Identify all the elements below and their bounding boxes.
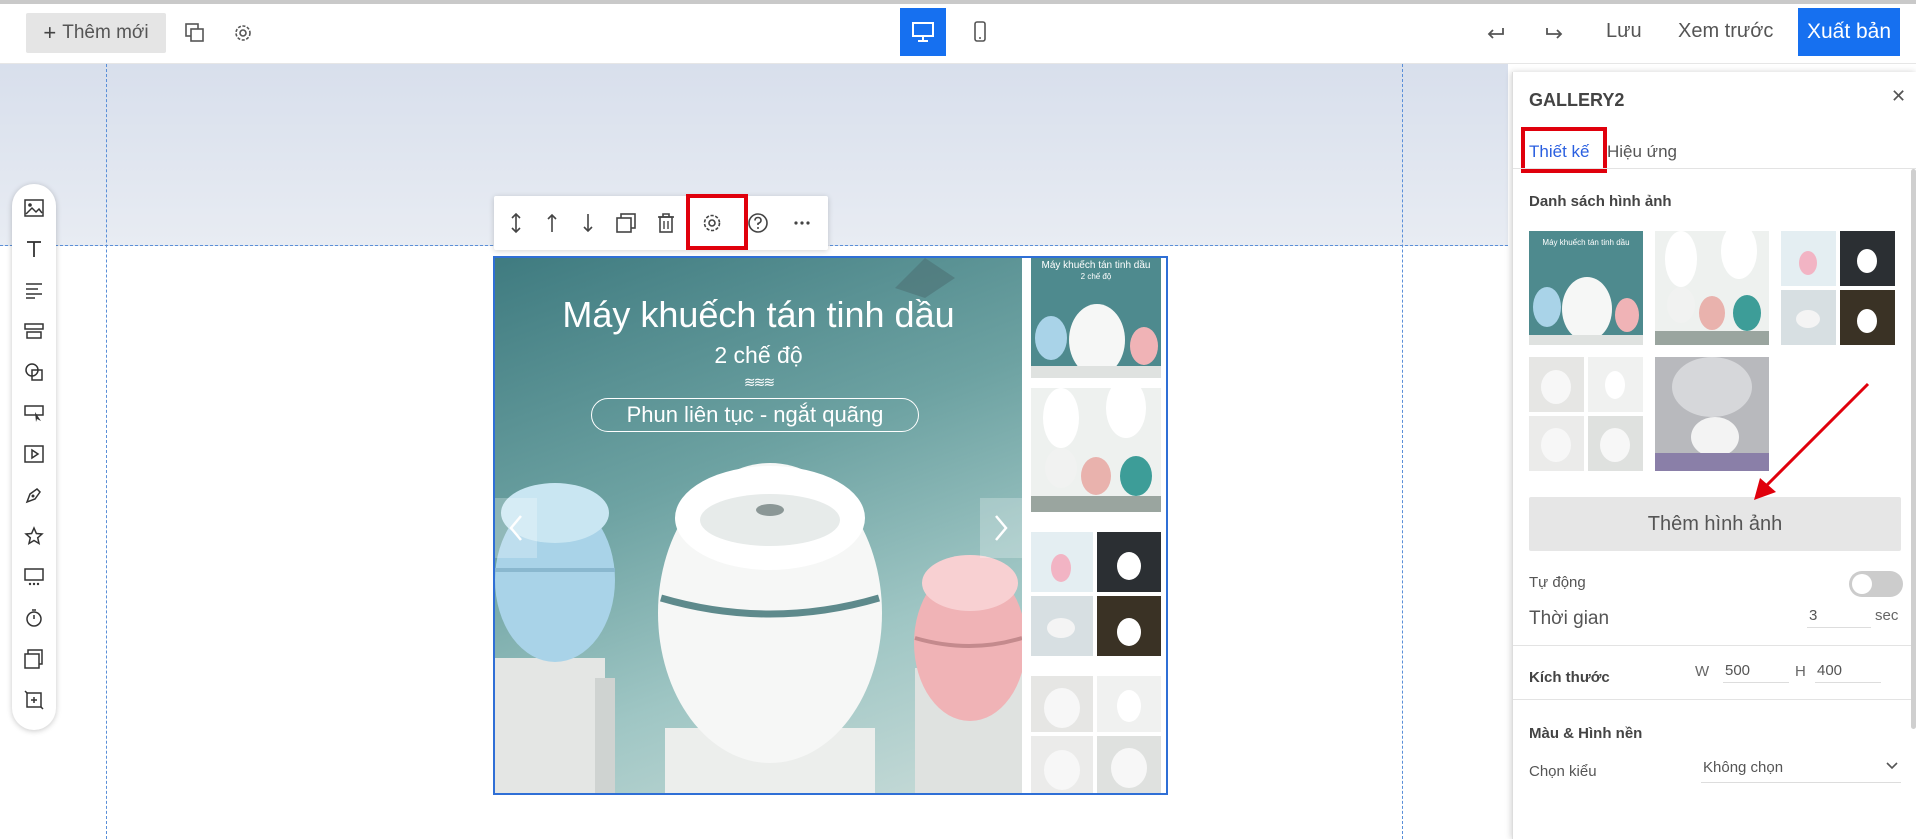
gallery-next-arrow[interactable] (980, 498, 1022, 558)
waves-icon: ≋≋≋ (743, 374, 775, 390)
height-prefix: H (1795, 663, 1806, 680)
pen-tool-icon[interactable] (22, 483, 46, 507)
gallery-thumbnail-strip: Máy khuếch tán tinh dầu 2 chế độ (1022, 258, 1166, 793)
shape-tool-icon[interactable] (22, 360, 46, 384)
panel-image-2[interactable] (1655, 231, 1769, 345)
images-section-heading: Danh sách hình ảnh (1529, 193, 1672, 210)
gallery-main-pill: Phun liên tục - ngắt quãng (591, 398, 919, 432)
top-toolbar: + Thêm mới Lưu Xem trước Xuất bản (0, 0, 1916, 64)
image-tool-icon[interactable] (22, 196, 46, 220)
duplicate-icon[interactable] (614, 211, 638, 235)
style-label: Chọn kiểu (1529, 763, 1597, 780)
tab-effect[interactable]: Hiệu ứng (1607, 142, 1677, 162)
tab-highlight-box (1521, 127, 1607, 173)
humidifier-illustration (495, 258, 1022, 793)
panel-title: GALLERY2 (1529, 90, 1625, 110)
resize-height-icon[interactable] (504, 211, 528, 235)
divider (1513, 645, 1916, 646)
element-toolbar (494, 196, 828, 250)
color-bg-section-heading: Màu & Hình nền (1529, 725, 1643, 742)
desktop-icon (912, 22, 934, 42)
panel-image-4[interactable] (1529, 357, 1643, 471)
left-tool-palette (12, 184, 56, 730)
panel-scrollbar[interactable] (1911, 169, 1916, 729)
button-tool-icon[interactable] (22, 401, 46, 425)
save-button[interactable]: Lưu (1606, 20, 1642, 43)
undo-icon[interactable] (1478, 16, 1512, 50)
gallery-thumb-2[interactable] (1031, 388, 1161, 512)
gallery-thumb-4[interactable] (1031, 676, 1161, 793)
gallery-thumb-1[interactable]: Máy khuếch tán tinh dầu 2 chế độ (1031, 258, 1161, 378)
gallery-prev-arrow[interactable] (495, 498, 537, 558)
star-tool-icon[interactable] (22, 524, 46, 548)
trash-icon[interactable] (654, 211, 678, 235)
height-input[interactable]: 400 (1815, 659, 1881, 683)
time-label: Thời gian (1529, 608, 1610, 629)
help-icon[interactable] (746, 211, 770, 235)
size-label: Kích thước (1529, 669, 1610, 686)
popup-tool-icon[interactable] (22, 647, 46, 671)
gallery-element[interactable]: Máy khuếch tán tinh dầu 2 chế độ ≋≋≋ Phu… (493, 256, 1168, 795)
plus-icon: + (43, 20, 57, 45)
gallery-main-title: Máy khuếch tán tinh dầu (562, 294, 955, 335)
time-unit: sec (1875, 607, 1899, 624)
desktop-view-button[interactable] (900, 8, 946, 56)
guide-line-left (106, 64, 107, 839)
add-new-label: Thêm mới (62, 22, 149, 43)
style-select[interactable]: Không chọn (1701, 759, 1901, 783)
video-tool-icon[interactable] (22, 442, 46, 466)
gear-icon[interactable] (226, 16, 260, 50)
timer-tool-icon[interactable] (22, 606, 46, 630)
time-input[interactable]: 3 (1807, 604, 1871, 628)
slideshow-tool-icon[interactable] (22, 565, 46, 589)
width-input[interactable]: 500 (1723, 659, 1789, 683)
section-tool-icon[interactable] (22, 319, 46, 343)
paragraph-tool-icon[interactable] (22, 278, 46, 302)
gallery-thumb-3[interactable] (1031, 532, 1161, 656)
panel-image-1[interactable]: Máy khuếch tán tinh dầu (1529, 231, 1643, 345)
redo-icon[interactable] (1538, 16, 1572, 50)
chevron-left-icon (509, 515, 522, 541)
red-annotation-arrow (1754, 382, 1870, 500)
text-tool-icon[interactable] (22, 237, 46, 261)
svg-text:Máy khuếch tán tinh dầu: Máy khuếch tán tinh dầu (1542, 238, 1629, 247)
more-icon[interactable] (790, 211, 814, 235)
width-prefix: W (1695, 663, 1710, 680)
mobile-icon (974, 21, 986, 42)
toggle-knob (1852, 574, 1872, 594)
auto-label: Tự động (1529, 574, 1586, 591)
mobile-view-button[interactable] (962, 8, 998, 56)
chevron-right-icon (995, 515, 1008, 541)
gallery-main-image: Máy khuếch tán tinh dầu 2 chế độ ≋≋≋ Phu… (495, 258, 1022, 793)
layers-icon[interactable] (178, 16, 212, 50)
preview-button[interactable]: Xem trước (1678, 20, 1773, 43)
guide-line-right (1402, 64, 1403, 839)
divider (1513, 699, 1916, 700)
style-select-value: Không chọn (1703, 759, 1784, 776)
frame-tool-icon[interactable] (22, 688, 46, 712)
settings-highlight-box (686, 194, 748, 250)
gallery-main-subtitle: 2 chế độ (714, 342, 803, 368)
chevron-down-icon (1885, 759, 1899, 777)
auto-toggle[interactable] (1849, 571, 1903, 597)
panel-image-3[interactable] (1781, 231, 1895, 345)
move-up-icon[interactable] (540, 211, 564, 235)
publish-button[interactable]: Xuất bản (1798, 8, 1900, 56)
move-down-icon[interactable] (576, 211, 600, 235)
close-icon[interactable]: ✕ (1891, 86, 1906, 107)
add-new-button[interactable]: + Thêm mới (26, 13, 166, 53)
